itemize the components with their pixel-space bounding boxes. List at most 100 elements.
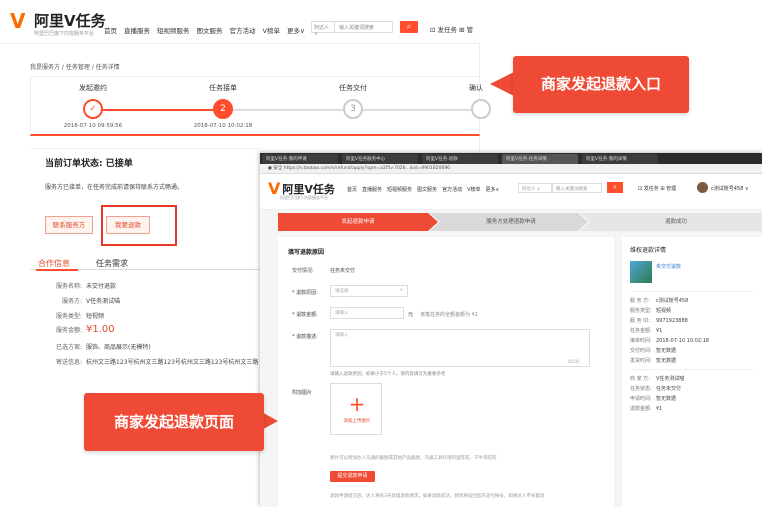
front-search-button[interactable]: ⌕ (607, 182, 623, 193)
refund-highlight-box (101, 205, 177, 246)
submit-refund-button[interactable]: 提交退款申请 (330, 471, 375, 482)
nav-home[interactable]: 首页 (347, 186, 357, 193)
info-row-amount: 服务金额: ¥1.00 (55, 324, 115, 335)
step-1-date: 2018-07-10 09:59:56 (63, 123, 123, 129)
nav-ranking[interactable]: V榜单 (467, 186, 480, 193)
tab-cooperation-info[interactable]: 合作信息 (38, 258, 70, 269)
nav-graphic[interactable]: 图文服务 (197, 25, 223, 35)
delivery-value: 任务未交付 (330, 268, 356, 274)
reason-label: * 退款原因: (292, 290, 318, 296)
description-counter: 0/500 (568, 359, 580, 364)
search-type-select[interactable]: 阿达人 ∨ (311, 21, 335, 37)
search-icon: ⌕ (406, 22, 412, 31)
description-textarea[interactable]: 请输入 (330, 329, 590, 367)
top-nav: 首页 直播服务 短视频服务 图文服务 官方活动 V榜单 更多∨ (104, 25, 305, 35)
logo-subtitle: 阿里巴巴旗下内容服务平台 (34, 31, 95, 37)
order-status-tip: 服务方已接单，在任务完成前请保持联系方式畅通。 (45, 184, 184, 191)
callout-refund-page: 商家发起退款页面 (84, 393, 264, 451)
description-hint: 请输入退款原因，如果小于5个人，请内容填写为重要参考 (330, 372, 446, 377)
nav-live[interactable]: 直播服务 (362, 186, 382, 193)
front-header (260, 174, 762, 210)
front-search-select[interactable]: 阿达人 ∨ (518, 183, 552, 193)
nav-more[interactable]: 更多∨ (486, 186, 500, 193)
form-title: 填写退款原因 (288, 249, 325, 256)
avatar[interactable] (697, 182, 708, 193)
upload-image-box[interactable]: + 添加上传图片 (330, 383, 382, 435)
info-row: 已选方案: 服饰、商品展示(无模特) (55, 344, 151, 351)
callout-entry-pointer (490, 72, 514, 96)
side-row: 服 务 方: c测试账号458 (630, 298, 689, 304)
front-search-input[interactable]: 输入关键词搜索 (552, 183, 602, 193)
sidebar-title: 维权退款详情 (630, 247, 667, 254)
search-button[interactable]: ⌕ (400, 21, 418, 33)
tab-task-requirements[interactable]: 任务需求 (96, 258, 128, 269)
step-3-label: 任务交付 (339, 84, 367, 92)
info-row: 服务方: V任务测试喵 (61, 298, 121, 305)
nav-video[interactable]: 短视频服务 (387, 186, 412, 193)
v-logo-icon: V (10, 8, 26, 33)
info-row-address: 寄送信息: 杭州文三路123号杭州文三路123号杭州文三路123号杭州文三路 (55, 359, 259, 366)
front-header-actions[interactable]: ⊡ 发任务 ⊞ 管理 (638, 185, 676, 192)
nav-home[interactable]: 首页 (104, 25, 117, 35)
order-status-title: 当前订单状态: 已接单 (45, 159, 133, 169)
v-logo-icon: V (268, 179, 281, 198)
refund-detail-sidebar: 维权退款详情 未交付退款 服 务 方: c测试账号458 服务类型: 短视频 服 务… (622, 237, 762, 507)
side-row: 服 务 ID: 9971923888 (630, 318, 688, 324)
info-row: 服务名称: 未交付退款 (55, 283, 117, 290)
browser-tab[interactable]: 阿里V任务服务中心 (342, 154, 418, 164)
step-line-1 (93, 109, 223, 111)
step-line-3 (353, 109, 481, 111)
nav-graphic[interactable]: 图文服务 (417, 186, 437, 193)
browser-tab[interactable]: 阿里V任务-我的详情 (582, 154, 658, 164)
reason-select[interactable]: 请选择 ∨ (330, 285, 408, 297)
step-4-number (471, 99, 491, 119)
side-row: 交付时间: 暂无数据 (630, 348, 677, 354)
delivery-label: 交付情况: (292, 268, 314, 274)
side-row: 申请时间: 暂无数据 (630, 396, 677, 402)
logo-text: 阿里V任务 (34, 12, 106, 30)
amount-label: * 退款金额: (292, 312, 318, 318)
nav-video[interactable]: 短视频服务 (157, 25, 190, 35)
front-logo-subtitle: 阿里巴巴旗下内容服务平台 (280, 195, 328, 200)
contact-provider-button[interactable]: 联系服务方 (45, 216, 93, 234)
amount-hint: 该笔任务的全额金额为 ¥1 (420, 312, 478, 318)
callout-refund-entry: 商家发起退款入口 (513, 56, 689, 113)
plus-icon: + (348, 392, 366, 416)
browser-tab-active[interactable]: 阿里V任务-任务详情 (502, 154, 578, 164)
nav-events[interactable]: 官方活动 (442, 186, 462, 193)
flow-step-2-label: 服务方处理退款申请 (486, 219, 536, 225)
step-4-label: 确认 (469, 84, 483, 92)
amount-unit: 元 (408, 312, 414, 318)
nav-events[interactable]: 官方活动 (230, 25, 256, 35)
side-row: 任务状态: 任务未交付 (630, 386, 682, 392)
browser-tab[interactable]: 阿里V任务-我的申请 (262, 154, 338, 164)
info-row: 服务类型: 短视频 (55, 313, 105, 320)
browser-tab[interactable]: 阿里V任务-退款 (422, 154, 498, 164)
flow-step-1-label: 发起退款申请 (341, 219, 375, 225)
header-actions[interactable]: ⊡ 发任务 ⊞ 管 (430, 24, 473, 34)
task-thumbnail (630, 261, 652, 283)
nav-ranking[interactable]: V榜单 (263, 25, 280, 35)
refund-page-window: 阿里V任务-我的申请 阿里V任务服务中心 阿里V任务-退款 阿里V任务-任务详情… (260, 153, 762, 507)
refund-form-panel: 填写退款原因 交付情况: 任务未交付 * 退款原因: 请选择 ∨ * 退款金额: … (278, 237, 614, 507)
sidebar-divider (630, 291, 754, 292)
footer-hint: 退款申请提交后，达人将有3天处理退款请求，如果退款成功，款项将返回您的支付账号，… (330, 494, 545, 499)
step-1-label: 发起邀约 (79, 84, 107, 92)
amount-input[interactable]: 请输入 (330, 307, 404, 319)
reason-placeholder: 请选择 (335, 289, 349, 294)
step-2-number: 2 (213, 99, 233, 119)
side-row: 接单时间: 2018-07-10 10:02:18 (630, 338, 710, 344)
step-2-label: 任务接单 (209, 84, 237, 92)
site-logo[interactable]: V 阿里V任务 阿里巴巴旗下内容服务平台 (10, 8, 106, 38)
address-url[interactable]: ● 安全 https://v.taobao.com/v/refund/apply… (268, 165, 450, 171)
search-input[interactable]: 输入关键词搜索 (335, 21, 393, 33)
nav-live[interactable]: 直播服务 (124, 25, 150, 35)
active-tab-indicator (36, 269, 78, 271)
step-2-date: 2018-07-10 10:02:18 (193, 123, 253, 129)
step-line-2 (223, 109, 353, 111)
progress-steps: 发起邀约 ✓ 2018-07-10 09:59:56 任务接单 2 2018-0… (30, 76, 491, 136)
side-row: 退款金额: ¥1 (630, 406, 663, 412)
user-menu[interactable]: c测试账号458 ∨ (711, 185, 749, 192)
sidebar-item-title[interactable]: 未交付退款 (656, 263, 681, 270)
nav-more[interactable]: 更多∨ (287, 25, 305, 35)
